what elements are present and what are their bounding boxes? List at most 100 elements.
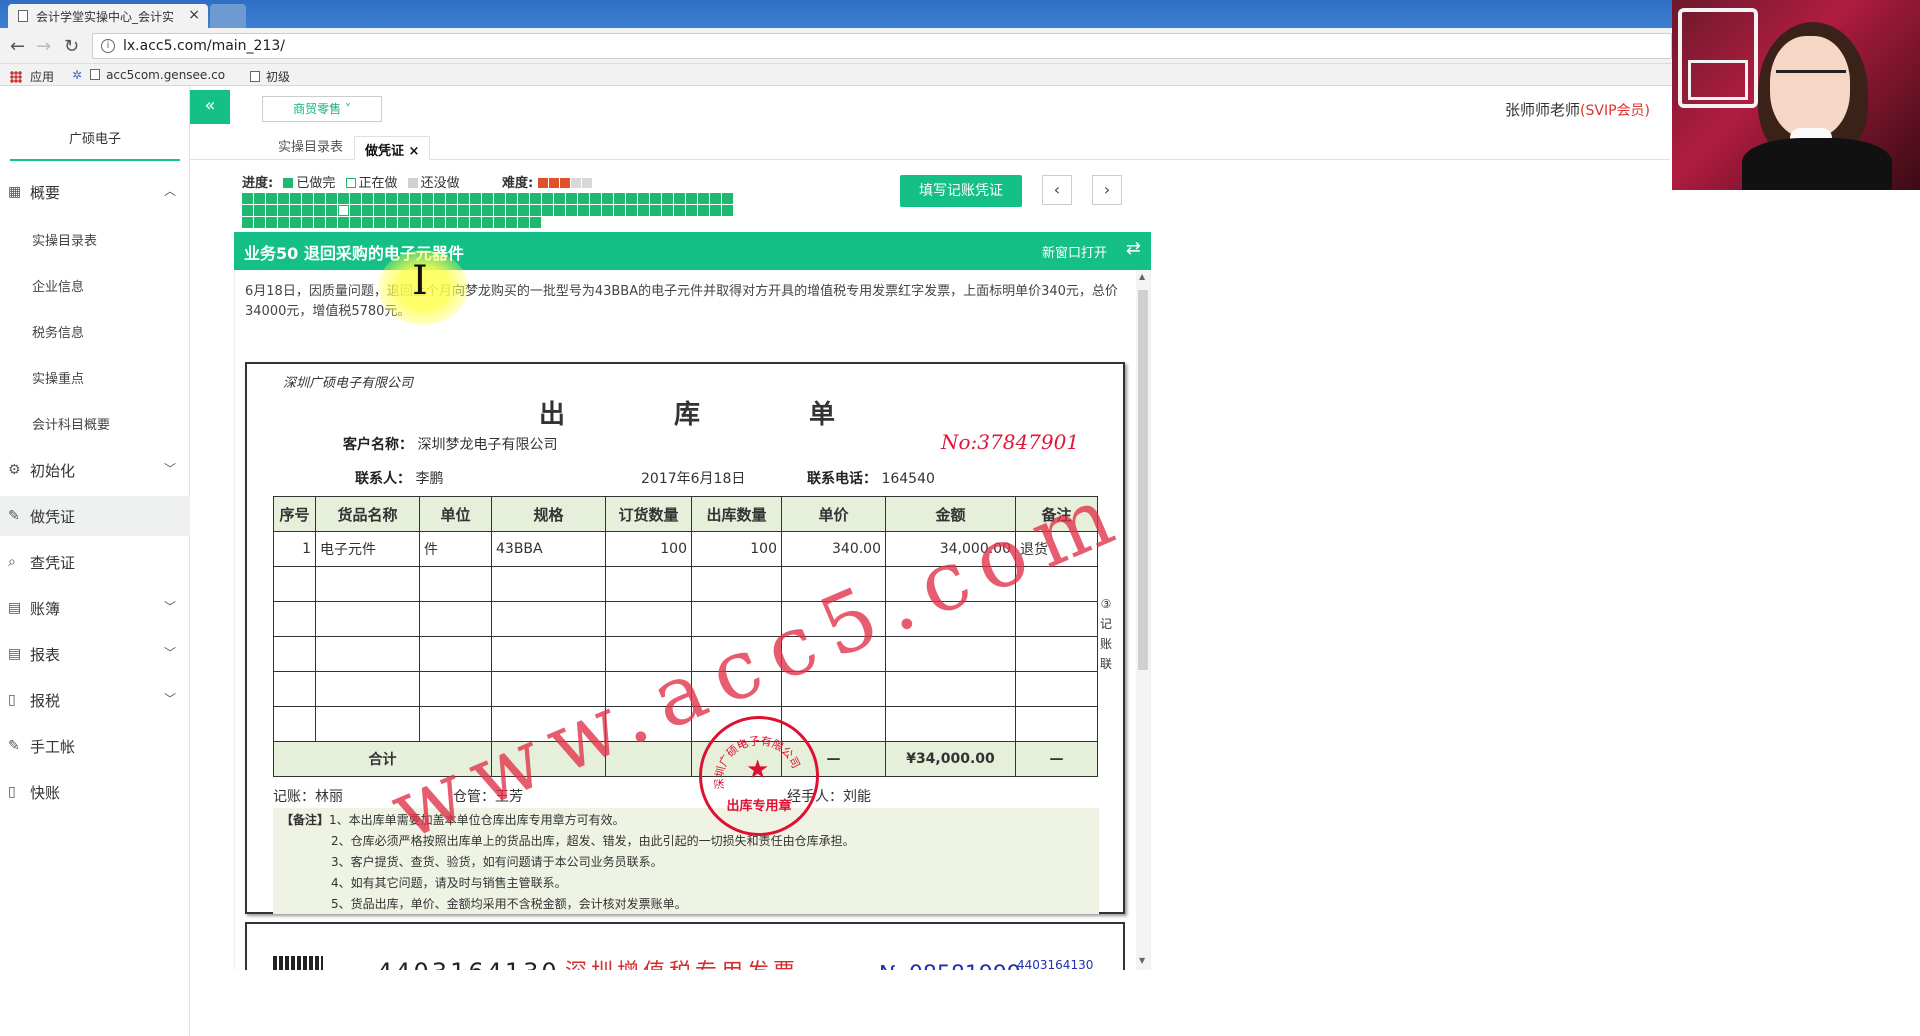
progress-cell[interactable]: [314, 217, 325, 228]
progress-cell[interactable]: [338, 193, 349, 204]
progress-cell[interactable]: [290, 217, 301, 228]
progress-cell[interactable]: [518, 217, 529, 228]
progress-cell[interactable]: [446, 217, 457, 228]
reload-icon[interactable]: ↻: [64, 36, 79, 57]
progress-cell[interactable]: [710, 193, 721, 204]
progress-cell[interactable]: [590, 193, 601, 204]
progress-cell[interactable]: [482, 193, 493, 204]
tab-catalog[interactable]: 实操目录表: [268, 136, 353, 160]
progress-cell[interactable]: [686, 193, 697, 204]
progress-cell[interactable]: [518, 205, 529, 216]
progress-cell[interactable]: [302, 205, 313, 216]
bookmark-chuji[interactable]: 初级: [250, 68, 290, 85]
progress-cell[interactable]: [506, 205, 517, 216]
progress-cell[interactable]: [302, 193, 313, 204]
progress-cell[interactable]: [326, 205, 337, 216]
progress-cell[interactable]: [578, 205, 589, 216]
progress-cell[interactable]: [434, 193, 445, 204]
progress-cell[interactable]: [626, 205, 637, 216]
progress-cell[interactable]: [614, 193, 625, 204]
progress-cell[interactable]: [386, 217, 397, 228]
progress-cell[interactable]: [386, 193, 397, 204]
progress-cell[interactable]: [398, 217, 409, 228]
progress-cell[interactable]: [350, 205, 361, 216]
user-info[interactable]: 张师师老师(SVIP会员): [1505, 99, 1650, 120]
progress-cell[interactable]: [302, 217, 313, 228]
progress-cell[interactable]: [422, 193, 433, 204]
progress-cell[interactable]: [698, 205, 709, 216]
progress-cell[interactable]: [374, 193, 385, 204]
progress-cell[interactable]: [674, 193, 685, 204]
progress-cell[interactable]: [614, 205, 625, 216]
progress-cell[interactable]: [470, 217, 481, 228]
progress-cell[interactable]: [686, 205, 697, 216]
progress-cell[interactable]: [254, 205, 265, 216]
sidebar-subitem-key-points[interactable]: 实操重点: [32, 368, 84, 387]
bookmark-gensee[interactable]: ✲ acc5com.gensee.co: [72, 68, 225, 82]
info-icon[interactable]: i: [101, 39, 115, 53]
progress-cell[interactable]: [662, 193, 673, 204]
scroll-thumb[interactable]: [1138, 290, 1148, 670]
progress-cell[interactable]: [554, 193, 565, 204]
progress-cell[interactable]: [290, 205, 301, 216]
progress-cell[interactable]: [398, 205, 409, 216]
progress-cell[interactable]: [278, 205, 289, 216]
sidebar-item-tax-filing[interactable]: ▯ 报税 ﹀: [0, 680, 190, 720]
progress-cell[interactable]: [458, 205, 469, 216]
sidebar-subitem-tax-info[interactable]: 税务信息: [32, 322, 84, 341]
next-task-button[interactable]: ›: [1092, 175, 1122, 205]
progress-cell[interactable]: [590, 205, 601, 216]
progress-cell[interactable]: [530, 217, 541, 228]
progress-cell[interactable]: [674, 205, 685, 216]
progress-cell[interactable]: [566, 205, 577, 216]
progress-cell[interactable]: [602, 205, 613, 216]
sidebar-item-query-voucher[interactable]: ⌕ 查凭证: [0, 542, 190, 582]
progress-cell[interactable]: [446, 205, 457, 216]
progress-cell[interactable]: [326, 193, 337, 204]
progress-cell[interactable]: [446, 193, 457, 204]
new-tab-button[interactable]: [210, 4, 246, 28]
progress-cell[interactable]: [650, 205, 661, 216]
progress-cell[interactable]: [338, 217, 349, 228]
progress-cell[interactable]: [254, 217, 265, 228]
progress-cell[interactable]: [362, 193, 373, 204]
progress-cell[interactable]: [458, 217, 469, 228]
progress-cell[interactable]: [350, 217, 361, 228]
progress-cell[interactable]: [662, 205, 673, 216]
close-icon[interactable]: ×: [409, 144, 420, 159]
progress-cell[interactable]: [338, 205, 349, 216]
progress-cell[interactable]: [314, 193, 325, 204]
sidebar-item-ledger[interactable]: ▤ 账簿 ﹀: [0, 588, 190, 628]
sidebar-item-overview[interactable]: ▦ 概要 ︿: [0, 172, 190, 212]
progress-cell[interactable]: [554, 205, 565, 216]
sidebar-subitem-company-info[interactable]: 企业信息: [32, 276, 84, 295]
url-input[interactable]: i lx.acc5.com/main_213/: [92, 33, 1672, 59]
sidebar-item-manual-books[interactable]: ✎ 手工帐: [0, 726, 190, 766]
scrollbar[interactable]: ▲ ▼: [1136, 270, 1150, 970]
progress-cell[interactable]: [494, 217, 505, 228]
progress-cell[interactable]: [530, 193, 541, 204]
progress-cell[interactable]: [542, 193, 553, 204]
bookmark-apps[interactable]: 应用: [10, 68, 54, 85]
sidebar-subitem-accounts[interactable]: 会计科目概要: [32, 414, 110, 433]
progress-cell[interactable]: [626, 193, 637, 204]
progress-cell[interactable]: [422, 205, 433, 216]
progress-cell[interactable]: [722, 193, 733, 204]
sidebar-item-reports[interactable]: ▤ 报表 ﹀: [0, 634, 190, 674]
progress-cell[interactable]: [410, 217, 421, 228]
progress-cell[interactable]: [410, 193, 421, 204]
scroll-up-icon[interactable]: ▲: [1139, 272, 1145, 281]
progress-cell[interactable]: [434, 217, 445, 228]
progress-cell[interactable]: [470, 193, 481, 204]
progress-cell[interactable]: [722, 205, 733, 216]
swap-icon[interactable]: ⇄: [1126, 238, 1141, 259]
progress-cell[interactable]: [266, 205, 277, 216]
collapse-sidebar-button[interactable]: «: [190, 90, 230, 124]
progress-cell[interactable]: [350, 193, 361, 204]
prev-task-button[interactable]: ‹: [1042, 175, 1072, 205]
progress-cell[interactable]: [242, 205, 253, 216]
progress-cell[interactable]: [566, 193, 577, 204]
tab-make-voucher[interactable]: 做凭证 ×: [354, 136, 431, 160]
progress-cell[interactable]: [698, 193, 709, 204]
progress-cell[interactable]: [254, 193, 265, 204]
